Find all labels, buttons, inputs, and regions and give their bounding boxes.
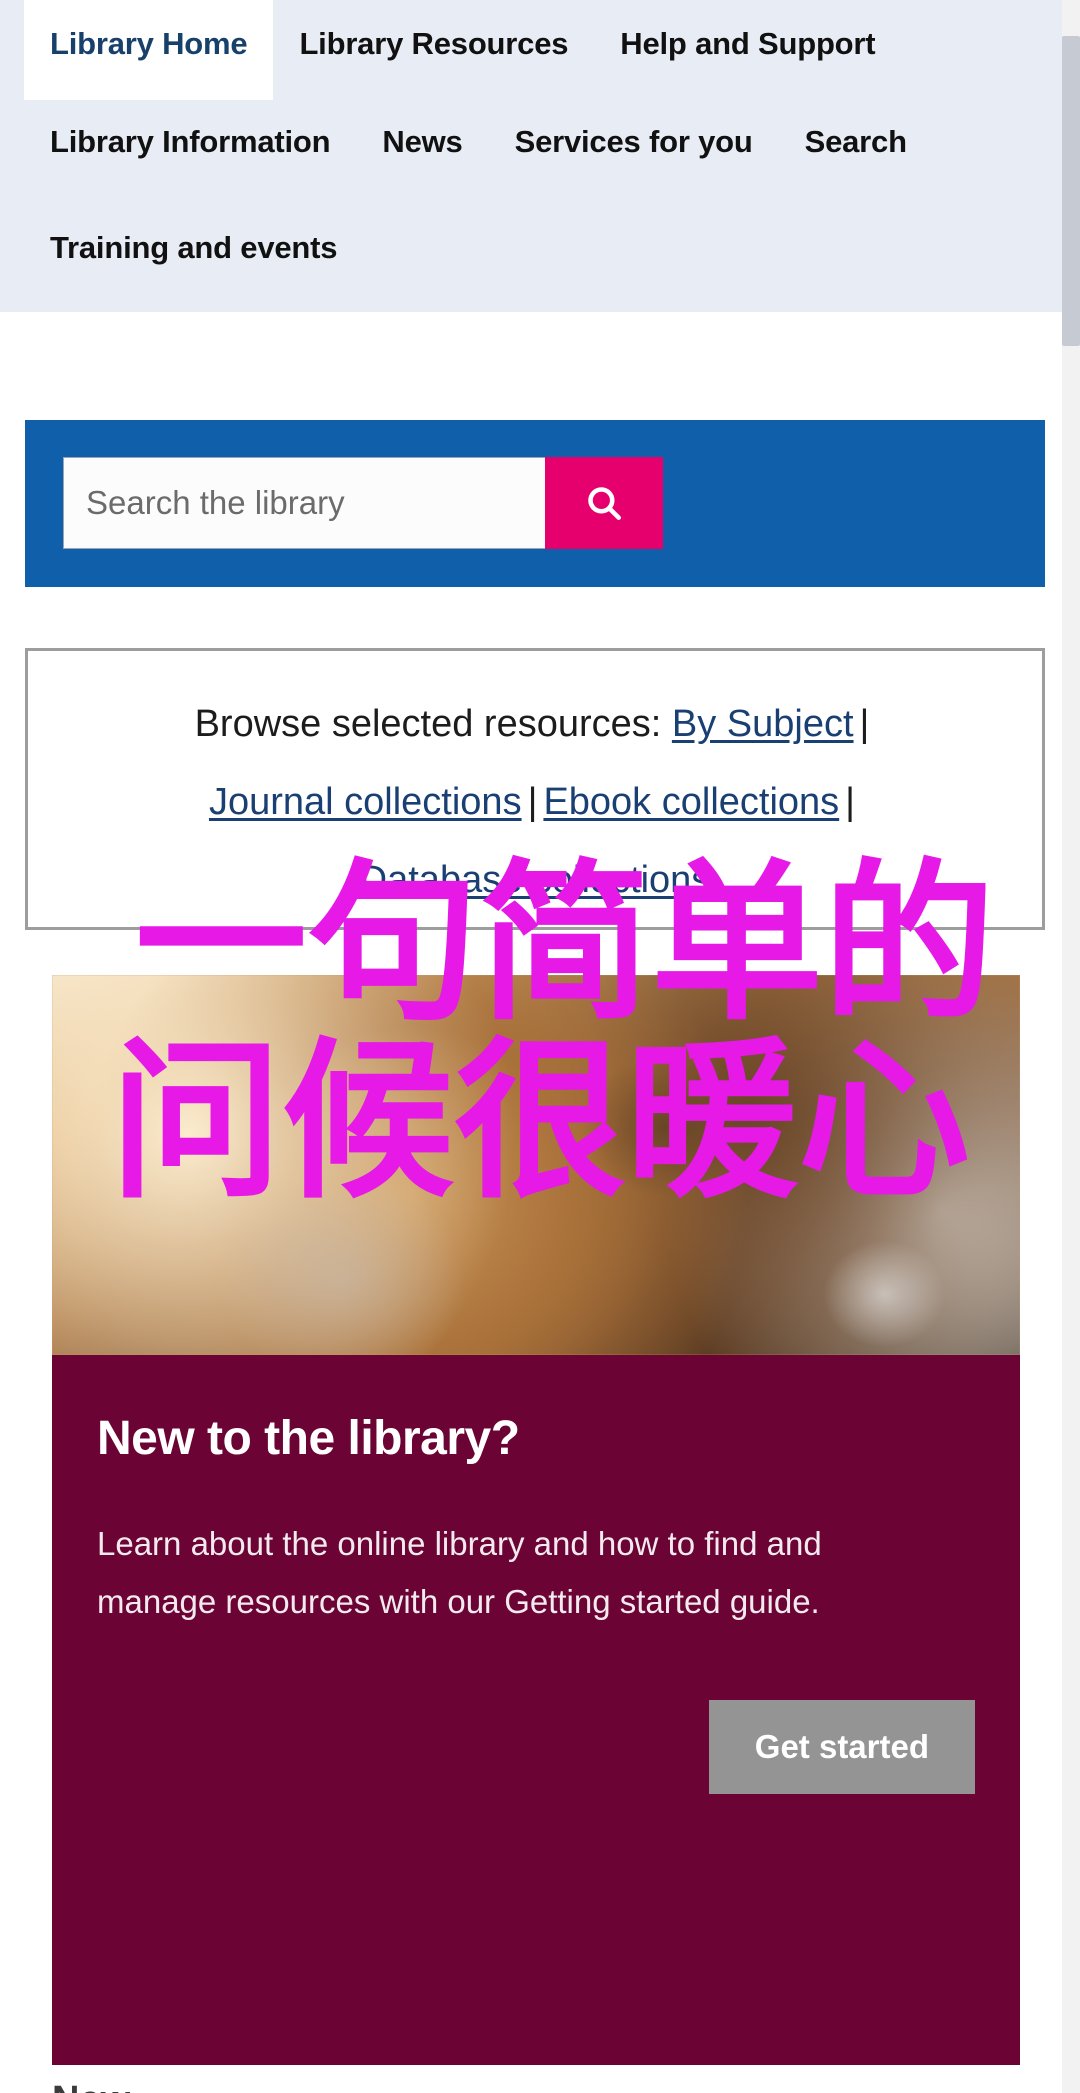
browse-link-ebook-collections[interactable]: Ebook collections (543, 781, 839, 823)
browse-line-1: Browse selected resources: By Subject | (28, 685, 1042, 763)
nav-item-search[interactable]: Search (779, 126, 933, 157)
card-action-row: Get started (708, 1700, 975, 1794)
primary-navigation: Library Home Library Resources Help and … (0, 0, 1080, 312)
scrollbar-thumb[interactable] (1062, 36, 1080, 346)
hero-image (52, 975, 1020, 1355)
browse-link-journal-collections[interactable]: Journal collections (209, 781, 522, 823)
new-to-library-card: New to the library? Learn about the onli… (52, 1355, 1020, 2065)
browse-link-database-collections[interactable]: Database collections (360, 859, 711, 901)
browse-separator-3: | (845, 781, 856, 823)
nav-item-news[interactable]: News (356, 126, 488, 157)
browse-intro-label: Browse selected resources: (194, 703, 662, 745)
hero-photo-graphic (52, 975, 1020, 1355)
page-root: Library Home Library Resources Help and … (0, 0, 1080, 2093)
browse-line-3: Database collections (28, 841, 1042, 919)
browse-resources-box: Browse selected resources: By Subject | J… (25, 648, 1045, 930)
get-started-button[interactable]: Get started (708, 1700, 975, 1794)
bottom-partial-text: New (52, 2078, 130, 2093)
nav-item-training-and-events[interactable]: Training and events (24, 232, 363, 263)
nav-item-library-home[interactable]: Library Home (24, 0, 274, 100)
nav-row-1: Library Home Library Resources Help and … (24, 0, 1080, 100)
page-scrollbar[interactable] (1062, 0, 1080, 2093)
search-icon (583, 482, 625, 524)
search-form (63, 457, 663, 549)
nav-row-3: Training and events (24, 208, 1080, 312)
nav-item-services-for-you[interactable]: Services for you (489, 126, 779, 157)
search-input[interactable] (63, 457, 545, 549)
browse-line-2: Journal collections | Ebook collections | (28, 763, 1042, 841)
library-search-panel (25, 420, 1045, 587)
card-description: Learn about the online library and how t… (97, 1525, 822, 1620)
nav-item-library-resources[interactable]: Library Resources (273, 0, 594, 100)
browse-link-by-subject[interactable]: By Subject (672, 703, 854, 745)
search-submit-button[interactable] (545, 457, 663, 549)
nav-item-help-and-support[interactable]: Help and Support (594, 0, 901, 100)
card-title: New to the library? (97, 1412, 520, 1465)
browse-separator-1: | (859, 703, 870, 745)
nav-row-2: Library Information News Services for yo… (24, 100, 1080, 208)
nav-item-library-information[interactable]: Library Information (24, 126, 356, 157)
browse-separator-2: | (527, 781, 538, 823)
